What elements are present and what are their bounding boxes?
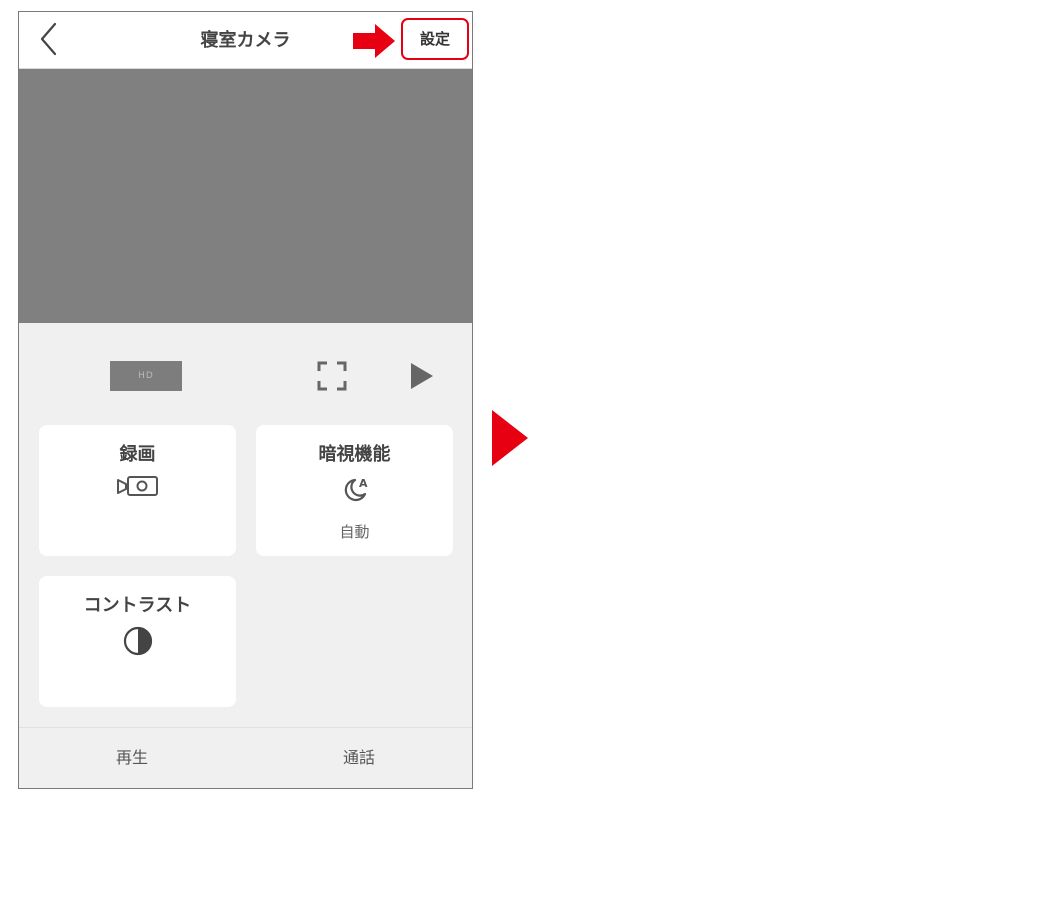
contrast-card[interactable]: コントラスト bbox=[39, 576, 236, 707]
svg-text:A: A bbox=[359, 477, 368, 490]
contrast-label: コントラスト bbox=[83, 595, 192, 616]
play-icon bbox=[411, 363, 433, 389]
fullscreen-icon bbox=[317, 361, 347, 391]
night-vision-card[interactable]: 暗視機能 A 自動 bbox=[256, 425, 453, 556]
hd-quality-toggle[interactable]: HD bbox=[110, 361, 182, 391]
moon-auto-icon: A bbox=[344, 477, 368, 502]
record-card[interactable]: 録画 bbox=[39, 425, 236, 556]
fullscreen-button[interactable] bbox=[317, 361, 347, 391]
callout-arrow-icon bbox=[353, 24, 395, 58]
phone-screen: 寝室カメラ 設定 HD 録画 暗視機能 A 自動 コントラスト 再生 通話 bbox=[18, 11, 473, 789]
app-header: 寝室カメラ 設定 bbox=[19, 12, 472, 69]
tab-call[interactable]: 通話 bbox=[246, 728, 472, 788]
tab-playback[interactable]: 再生 bbox=[19, 728, 245, 788]
night-vision-label: 暗視機能 bbox=[318, 444, 391, 465]
play-button[interactable] bbox=[409, 362, 435, 390]
video-preview bbox=[19, 69, 472, 323]
next-step-arrow-icon bbox=[492, 410, 528, 466]
contrast-icon bbox=[123, 626, 152, 656]
night-vision-value: 自動 bbox=[339, 523, 370, 541]
bottom-tab-bar: 再生 通話 bbox=[19, 727, 472, 788]
video-camera-icon bbox=[116, 476, 158, 496]
playback-controls: HD bbox=[19, 324, 472, 424]
settings-button[interactable]: 設定 bbox=[401, 18, 469, 60]
record-label: 録画 bbox=[119, 444, 156, 465]
